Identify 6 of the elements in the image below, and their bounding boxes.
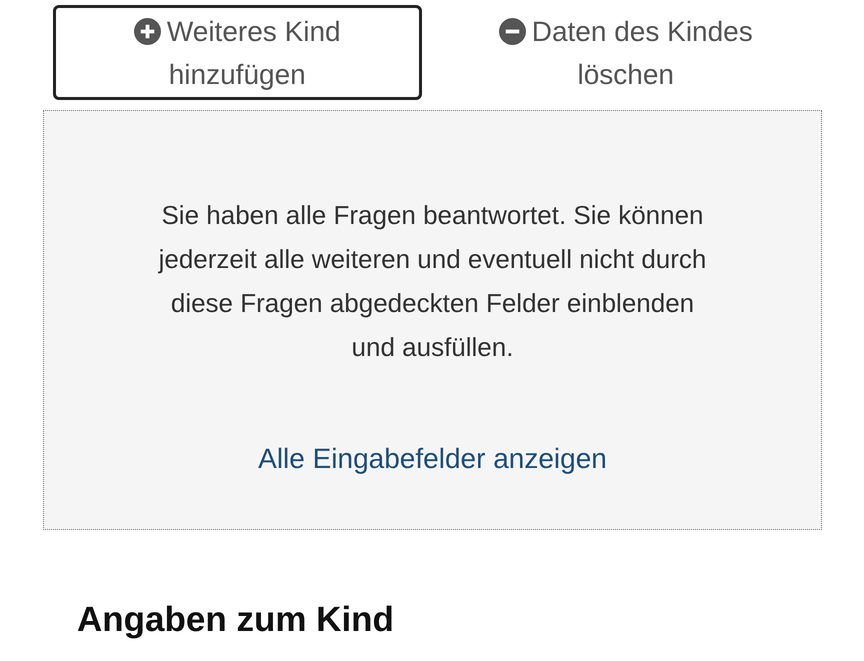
minus-circle-icon [498,18,526,44]
plus-circle-icon [134,18,161,44]
section-heading: Angaben zum Kind [77,600,395,640]
add-child-button[interactable]: Weiteres Kind hinzufügen [53,5,422,100]
show-all-fields-link[interactable]: Alle Eingabefelder anzeigen [258,443,607,475]
notice-text: Sie haben alle Fragen beantwortet. Sie können jederzeit alle weiteren und eventuell nicht durch diese Fragen abgedeckten Felder einblenden und ausfüllen. [157,199,708,364]
